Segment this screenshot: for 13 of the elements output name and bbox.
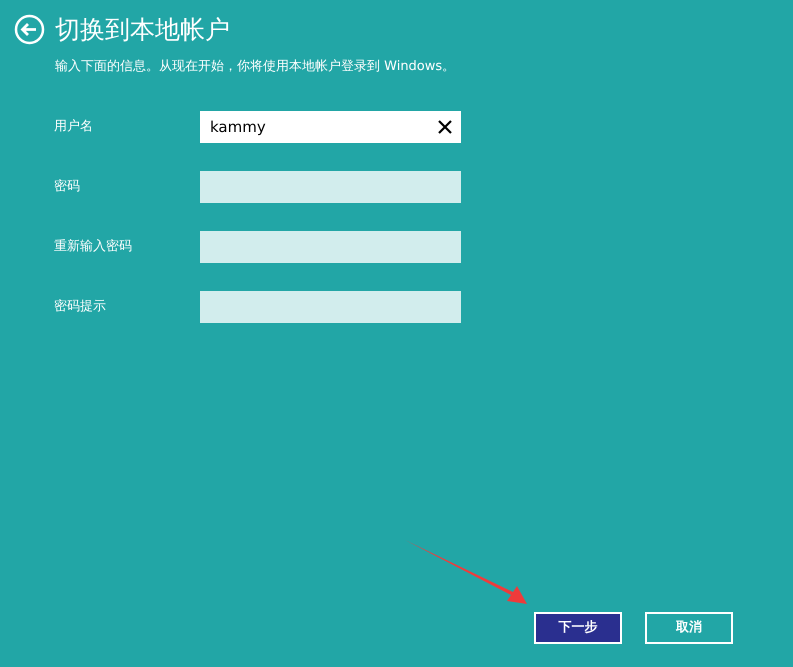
field-label: 密码提示 bbox=[54, 298, 107, 316]
close-icon[interactable] bbox=[437, 118, 453, 134]
field-label: 用户名 bbox=[54, 118, 94, 136]
input-field[interactable]: kammy bbox=[200, 110, 461, 142]
field-label: 重新输入密码 bbox=[54, 238, 133, 256]
instruction-text: 输入下面的信息。从现在开始，你将使用本地帐户登录到 Windows。 bbox=[55, 58, 456, 76]
input-field[interactable] bbox=[200, 290, 461, 322]
next-button[interactable]: 下一步 bbox=[534, 612, 622, 644]
input-field[interactable] bbox=[200, 170, 461, 202]
page-title: 切换到本地帐户 bbox=[55, 14, 230, 44]
input-field[interactable] bbox=[200, 230, 461, 262]
back-button[interactable] bbox=[14, 14, 45, 45]
field-label: 密码 bbox=[54, 178, 81, 196]
